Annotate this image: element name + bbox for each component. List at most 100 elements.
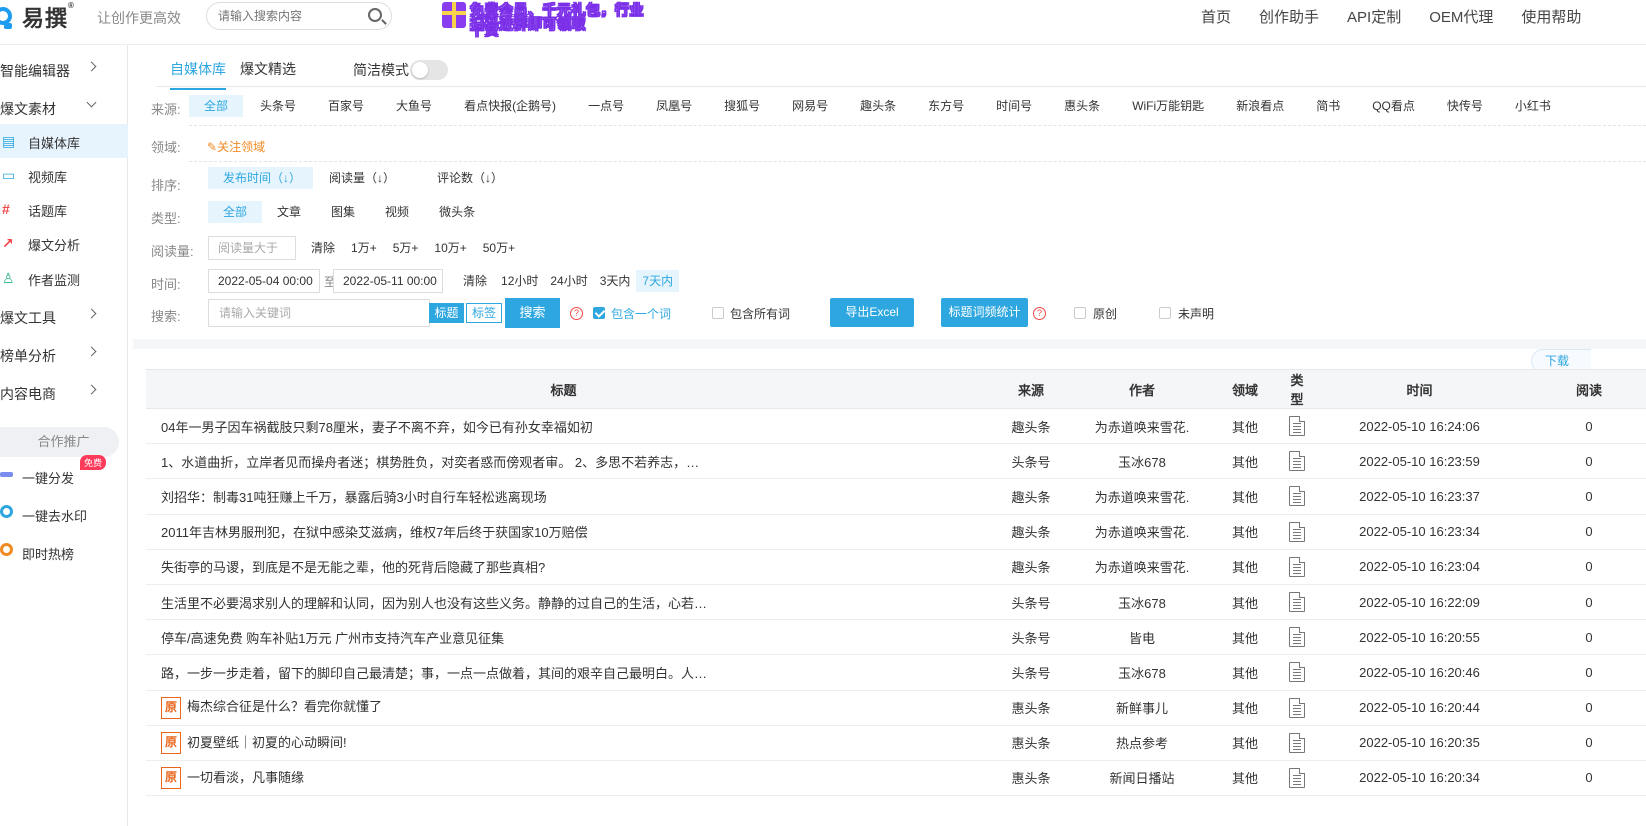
source-option[interactable]: 一点号: [578, 95, 634, 117]
nav-assistant[interactable]: 创作助手: [1259, 6, 1319, 27]
row-author[interactable]: 皆电: [1081, 619, 1203, 656]
source-option[interactable]: 东方号: [918, 95, 974, 117]
nav-help[interactable]: 使用帮助: [1521, 6, 1581, 27]
source-option[interactable]: 搜狐号: [714, 95, 770, 117]
source-option[interactable]: QQ看点: [1362, 95, 1425, 117]
help-icon[interactable]: ?: [1033, 307, 1046, 320]
row-title-text[interactable]: 生活里不必要渴求别人的理解和认同，因为别人也没有这些义务。静静的过自己的生活，心…: [161, 596, 707, 611]
row-title-text[interactable]: 1、水道曲折，立岸者见而操舟者迷；棋势胜负，对奕者惑而傍观者审。 2、多思不若养…: [161, 455, 699, 470]
type-option[interactable]: 微头条: [429, 201, 485, 223]
row-title[interactable]: 原一切看淡，凡事随缘: [146, 760, 981, 797]
table-row[interactable]: 原梅杰综合征是什么？看完你就懂了 惠头条 新鲜事儿 其他 2022-05-10 16:2…: [146, 690, 1646, 726]
row-title[interactable]: 刘招华：制毒31吨狂赚上千万，暴露后骑3小时自行车轻松逃离现场: [146, 478, 981, 515]
promo-banner[interactable]: 免费会员、千元礼包，行业干货 扫码进群即可领取: [442, 0, 657, 38]
time-option[interactable]: 24小时: [544, 270, 593, 292]
source-option[interactable]: 趣头条: [850, 95, 906, 117]
table-row[interactable]: 原初夏壁纸｜初夏的心动瞬间! 惠头条 热点参考 其他 2022-05-10 16:20:…: [146, 725, 1646, 761]
row-title[interactable]: 原初夏壁纸｜初夏的心动瞬间!: [146, 725, 981, 761]
time-option[interactable]: 12小时: [495, 270, 544, 292]
row-title-text[interactable]: 路，一步一步走着，留下的脚印自己最清楚；事，一点一点做着，其间的艰辛自己最明白。…: [161, 666, 707, 681]
type-option[interactable]: 图集: [321, 201, 365, 223]
sidebar-item-topic-library[interactable]: # 话题库: [0, 192, 128, 226]
row-author[interactable]: 新鲜事儿: [1081, 690, 1203, 726]
table-row[interactable]: 1、水道曲折，立岸者见而操舟者迷；棋势胜负，对奕者惑而傍观者审。 2、多思不若养…: [146, 443, 1646, 480]
row-author[interactable]: 玉冰678: [1081, 443, 1203, 480]
global-search-input[interactable]: [218, 3, 368, 29]
nav-oem[interactable]: OEM代理: [1429, 6, 1493, 27]
row-author[interactable]: 为赤道唤来雪花.: [1081, 514, 1203, 550]
row-title-text[interactable]: 初夏壁纸｜初夏的心动瞬间!: [187, 735, 347, 750]
date-from-input[interactable]: 2022-05-04 00:00: [208, 269, 320, 293]
row-title[interactable]: 原梅杰综合征是什么？看完你就懂了: [146, 690, 981, 726]
row-title-text[interactable]: 04年一男子因车祸截肢只剩78厘米，妻子不离不弃，如今已有孙女幸福如初: [161, 420, 593, 435]
time-option[interactable]: 3天内: [594, 270, 637, 292]
follow-domain-link[interactable]: ✎关注领域: [207, 138, 265, 155]
simple-mode-toggle[interactable]: [410, 60, 448, 80]
reads-min-input[interactable]: 阅读量大于: [208, 236, 296, 260]
row-title[interactable]: 路，一步一步走着，留下的脚印自己最清楚；事，一点一点做着，其间的艰辛自己最明白。…: [146, 654, 981, 691]
search-by-tag[interactable]: 标签: [466, 303, 502, 323]
row-title[interactable]: 04年一男子因车祸截肢只剩78厘米，妻子不离不弃，如今已有孙女幸福如初: [146, 408, 981, 445]
title-frequency-button[interactable]: 标题词频统计: [941, 298, 1028, 327]
row-title[interactable]: 1、水道曲折，立岸者见而操舟者迷；棋势胜负，对奕者惑而傍观者审。 2、多思不若养…: [146, 443, 981, 480]
row-title[interactable]: 停车/高速免费 购车补贴1万元 广州市支持汽车产业意见征集: [146, 619, 981, 656]
export-excel-button[interactable]: 导出Excel: [830, 298, 914, 327]
row-author[interactable]: 为赤道唤来雪花.: [1081, 478, 1203, 515]
sidebar-group-rankings[interactable]: 榜单分析: [0, 338, 128, 370]
source-option[interactable]: 快传号: [1437, 95, 1493, 117]
row-author[interactable]: 玉冰678: [1081, 584, 1203, 621]
source-option[interactable]: 头条号: [250, 95, 306, 117]
row-author[interactable]: 新闻日播站: [1081, 760, 1203, 797]
row-title-text[interactable]: 梅杰综合征是什么？看完你就懂了: [187, 699, 382, 714]
sidebar-group-materials[interactable]: 爆文素材: [0, 91, 128, 123]
nav-api[interactable]: API定制: [1347, 6, 1401, 27]
source-option[interactable]: 网易号: [782, 95, 838, 117]
row-author[interactable]: 为赤道唤来雪花.: [1081, 408, 1203, 445]
row-author[interactable]: 热点参考: [1081, 725, 1203, 761]
include-one-checkbox[interactable]: [593, 307, 605, 319]
tool-remove-watermark[interactable]: 一键去水印: [0, 498, 128, 528]
table-row[interactable]: 停车/高速免费 购车补贴1万元 广州市支持汽车产业意见征集 头条号 皆电 其他 2022…: [146, 619, 1646, 656]
row-author[interactable]: 玉冰678: [1081, 654, 1203, 691]
source-option[interactable]: 时间号: [986, 95, 1042, 117]
reads-option[interactable]: 5万+: [385, 237, 427, 259]
sidebar-item-video-library[interactable]: ▭ 视频库: [0, 158, 128, 192]
sort-option-comments[interactable]: 评论数（↓）: [427, 167, 513, 189]
type-option[interactable]: 文章: [267, 201, 311, 223]
tool-hot-list[interactable]: 即时热榜: [0, 536, 128, 566]
include-all-checkbox[interactable]: [712, 307, 724, 319]
search-button[interactable]: 搜索: [505, 298, 560, 328]
row-title-text[interactable]: 停车/高速免费 购车补贴1万元 广州市支持汽车产业意见征集: [161, 631, 504, 646]
row-author[interactable]: 为赤道唤来雪花.: [1081, 549, 1203, 585]
sidebar-group-ecommerce[interactable]: 内容电商: [0, 376, 128, 408]
sidebar-promo[interactable]: 合作推广: [0, 427, 119, 457]
source-option[interactable]: 百家号: [318, 95, 374, 117]
row-title-text[interactable]: 刘招华：制毒31吨狂赚上千万，暴露后骑3小时自行车轻松逃离现场: [161, 490, 547, 505]
table-row[interactable]: 生活里不必要渴求别人的理解和认同，因为别人也没有这些义务。静静的过自己的生活，心…: [146, 584, 1646, 621]
row-title-text[interactable]: 一切看淡，凡事随缘: [187, 770, 304, 785]
source-option[interactable]: 简书: [1306, 95, 1350, 117]
table-row[interactable]: 路，一步一步走着，留下的脚印自己最清楚；事，一点一点做着，其间的艰辛自己最明白。…: [146, 654, 1646, 691]
row-title-text[interactable]: 2011年吉林男服刑犯，在狱中感染艾滋病，维权7年后终于获国家10万赔偿: [161, 525, 588, 540]
row-title[interactable]: 生活里不必要渴求别人的理解和认同，因为别人也没有这些义务。静静的过自己的生活，心…: [146, 584, 981, 621]
type-option[interactable]: 全部: [208, 201, 263, 223]
table-row[interactable]: 2011年吉林男服刑犯，在狱中感染艾滋病，维权7年后终于获国家10万赔偿 趣头条为…: [146, 514, 1646, 550]
source-option[interactable]: 惠头条: [1054, 95, 1110, 117]
logo[interactable]: 易撰®: [0, 1, 75, 32]
table-row[interactable]: 刘招华：制毒31吨狂赚上千万，暴露后骑3小时自行车轻松逃离现场 趣头条 为赤道唤来雪…: [146, 478, 1646, 515]
keyword-input[interactable]: 请输入关键词: [208, 299, 430, 327]
row-title[interactable]: 失街亭的马谡，到底是不是无能之辈，他的死背后隐藏了那些真相?: [146, 549, 981, 585]
original-checkbox[interactable]: [1074, 307, 1086, 319]
reads-option[interactable]: 50万+: [475, 237, 523, 259]
source-option[interactable]: 凤凰号: [646, 95, 702, 117]
source-option[interactable]: 小红书: [1505, 95, 1561, 117]
tool-one-click-publish[interactable]: 一键分发 免费: [0, 455, 128, 490]
sidebar-item-media-library[interactable]: ▤ 自媒体库: [0, 124, 128, 158]
reads-option[interactable]: 1万+: [343, 237, 385, 259]
sidebar-item-author-monitor[interactable]: ♙ 作者监测: [0, 261, 128, 295]
sidebar-group-editor[interactable]: 智能编辑器: [0, 53, 128, 85]
sort-option-reads[interactable]: 阅读量（↓）: [319, 167, 405, 189]
reads-clear[interactable]: 清除: [303, 237, 343, 259]
row-title-text[interactable]: 失街亭的马谡，到底是不是无能之辈，他的死背后隐藏了那些真相?: [161, 560, 545, 575]
sidebar-group-tools[interactable]: 爆文工具: [0, 300, 128, 332]
